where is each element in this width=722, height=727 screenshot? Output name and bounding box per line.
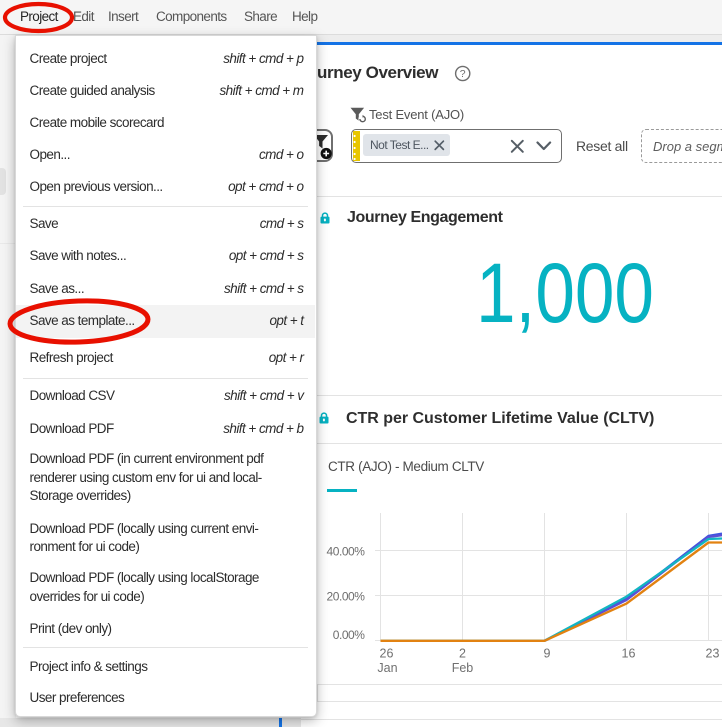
svg-text:20.00%: 20.00%: [327, 590, 366, 604]
svg-text:23: 23: [706, 647, 720, 661]
svg-text:?: ?: [460, 68, 466, 80]
svg-text:0.00%: 0.00%: [333, 628, 366, 642]
svg-text:16: 16: [622, 647, 636, 661]
svg-text:Feb: Feb: [452, 661, 474, 675]
svg-text:Jan: Jan: [377, 661, 397, 675]
svg-text:26: 26: [380, 647, 394, 661]
svg-text:9: 9: [544, 647, 551, 661]
svg-text:40.00%: 40.00%: [327, 545, 366, 559]
svg-text:1,000: 1,000: [476, 246, 654, 340]
svg-text:2: 2: [459, 647, 466, 661]
